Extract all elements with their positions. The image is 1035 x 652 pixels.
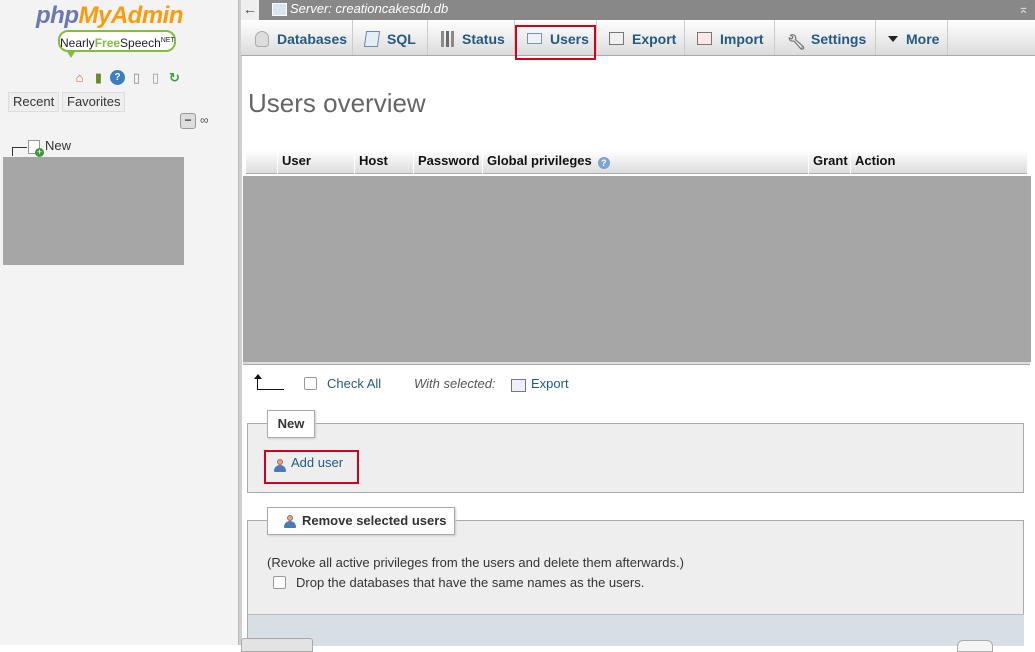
arrow-up-icon	[254, 374, 284, 390]
table-bottom-divider	[243, 362, 1030, 365]
tab-databases-label: Databases	[277, 31, 348, 47]
tab-more[interactable]: More	[876, 20, 948, 55]
col-grant[interactable]: Grant	[808, 150, 850, 174]
navigation-panel: phpMyAdmin NearlyFreeSpeechNET ⌂ ▮ ? ▯ ▯…	[0, 0, 238, 645]
check-all-checkbox[interactable]	[304, 377, 317, 390]
chevron-down-icon	[888, 36, 898, 42]
tab-export[interactable]: Export	[597, 20, 685, 55]
host-badge-text-a: Nearly	[60, 36, 95, 50]
favorites-tab[interactable]: Favorites	[62, 92, 126, 112]
host-badge-tail	[66, 50, 76, 58]
nav-settings-icon[interactable]: ▯	[148, 70, 163, 85]
import-icon	[697, 32, 712, 45]
tab-status-label: Status	[462, 31, 505, 47]
go-button[interactable]	[957, 640, 993, 652]
redacted-database-list	[3, 157, 184, 265]
redacted-users-table-body	[243, 176, 1031, 362]
col-global-privileges[interactable]: Global privileges?	[482, 150, 808, 174]
tab-sql-label: SQL	[387, 31, 416, 47]
link-with-main-icon[interactable]: ∞	[200, 113, 214, 127]
host-badge-text-c: Speech	[120, 36, 161, 50]
host-badge-sup: NET	[160, 37, 175, 44]
help-icon[interactable]: ?	[110, 70, 125, 85]
new-user-fieldset	[247, 423, 1024, 493]
export-icon[interactable]	[511, 379, 526, 392]
users-table-header: User Host Password Global privileges? Gr…	[245, 150, 1027, 174]
col-host[interactable]: Host	[354, 150, 413, 174]
tab-more-label: More	[906, 31, 940, 47]
check-all-label[interactable]: Check All	[327, 376, 381, 391]
reload-icon[interactable]: ↻	[167, 70, 182, 85]
with-selected-label: With selected:	[414, 376, 496, 391]
col-password[interactable]: Password	[413, 150, 482, 174]
documentation-icon[interactable]: ▯	[129, 70, 144, 85]
phpmyadmin-logo[interactable]: phpMyAdmin	[36, 2, 183, 30]
server-icon	[272, 3, 287, 16]
host-badge-text-b: Free	[94, 36, 121, 50]
tab-status[interactable]: Status	[428, 20, 515, 55]
collapse-topbar-icon[interactable]: ⌅	[1018, 1, 1029, 17]
logo-myadmin-text: MyAdmin	[78, 2, 183, 29]
database-icon	[255, 31, 269, 47]
new-database-icon[interactable]	[28, 140, 44, 157]
remove-fieldset-footer	[248, 614, 1024, 646]
export-selected-button[interactable]: Export	[531, 376, 569, 391]
col-global-privileges-label: Global privileges	[487, 153, 592, 168]
recent-tab[interactable]: Recent	[8, 92, 60, 112]
host-badge: NearlyFreeSpeechNET	[58, 30, 176, 52]
help-icon[interactable]: ?	[597, 157, 610, 169]
tab-settings[interactable]: 🔧︎ Settings	[775, 20, 876, 55]
settings-icon: 🔧︎	[787, 34, 807, 51]
logo-php-text: php	[36, 2, 79, 29]
remove-description: (Revoke all active privileges from the u…	[267, 555, 684, 570]
col-action: Action	[850, 150, 1027, 174]
add-user-highlight	[264, 450, 359, 484]
tree-connector	[12, 147, 27, 156]
logout-icon[interactable]: ▮	[91, 70, 106, 85]
tab-settings-label: Settings	[811, 31, 867, 47]
server-title[interactable]: Server: creationcakesdb.db	[290, 1, 448, 16]
page-title: Users overview	[248, 88, 426, 118]
remove-legend-label: Remove selected users	[302, 513, 447, 528]
col-user[interactable]: User	[277, 150, 354, 174]
nav-resizer[interactable]	[238, 0, 242, 645]
drop-databases-label[interactable]: Drop the databases that have the same na…	[296, 575, 644, 590]
console-toggle[interactable]	[241, 638, 313, 652]
sql-icon	[363, 31, 381, 47]
home-icon[interactable]: ⌂	[72, 70, 87, 85]
tab-sql[interactable]: SQL	[353, 20, 428, 55]
tab-databases[interactable]: Databases	[241, 20, 353, 55]
tab-import-label: Import	[720, 31, 764, 47]
tab-import[interactable]: Import	[685, 20, 775, 55]
collapse-all-icon[interactable]: −	[180, 113, 196, 129]
export-icon	[609, 32, 624, 45]
tab-export-label: Export	[632, 31, 677, 47]
tree-new-database-link[interactable]: New	[45, 138, 71, 153]
users-tab-highlight	[515, 25, 596, 60]
nav-icon-bar: ⌂ ▮ ? ▯ ▯ ↻	[72, 70, 182, 85]
new-fieldset-legend: New	[267, 410, 315, 438]
drop-databases-checkbox[interactable]	[273, 576, 286, 589]
server-breadcrumb-bar: ← Server: creationcakesdb.db ⌅	[241, 0, 1035, 20]
main-tab-bar: Databases SQL Status Users Export Import…	[241, 20, 1035, 56]
back-arrow-icon[interactable]: ←	[241, 0, 259, 20]
status-icon	[441, 31, 454, 47]
col-select	[245, 150, 277, 174]
remove-user-icon	[284, 515, 296, 529]
